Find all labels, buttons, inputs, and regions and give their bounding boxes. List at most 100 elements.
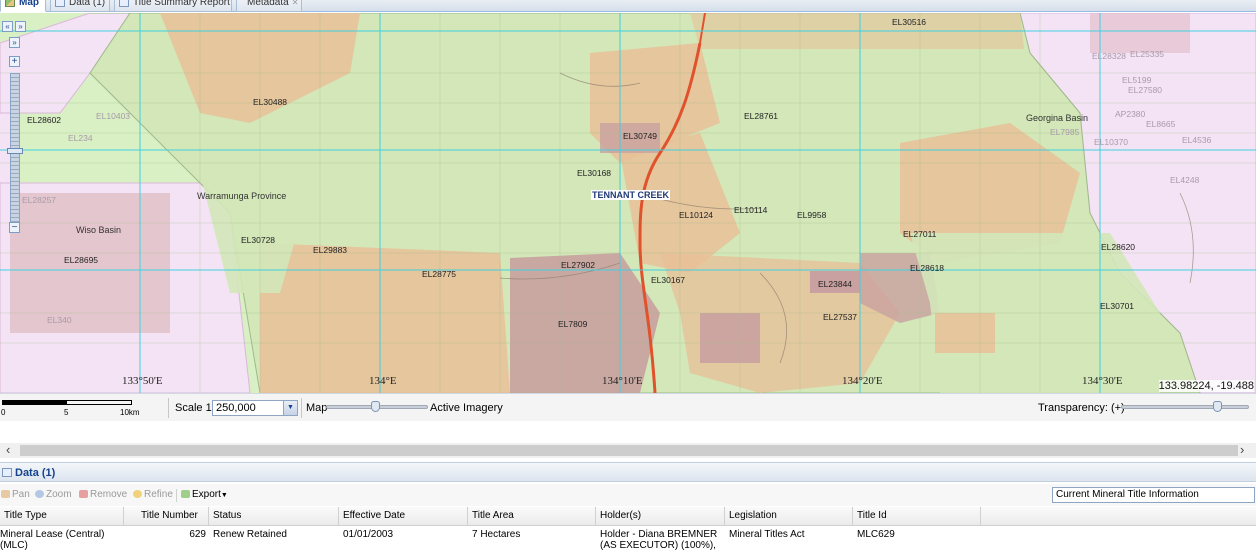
scroll-right-icon[interactable]: ›	[1240, 442, 1244, 457]
scale-tick-label: 10km	[120, 408, 140, 417]
imagery-slider-thumb[interactable]	[371, 401, 380, 412]
divider	[168, 398, 169, 418]
title-label[interactable]: EL28695	[64, 255, 98, 265]
column-header[interactable]: Status	[209, 507, 339, 526]
pan-left-button[interactable]: «	[2, 21, 13, 32]
data-toolbar: Pan Zoom Remove Refine Export▼ Current M…	[0, 484, 1256, 506]
longitude-label: 134°30'E	[1082, 375, 1123, 387]
region-label: Georgina Basin	[1026, 113, 1089, 123]
column-header[interactable]: Title Type	[0, 507, 124, 526]
title-label[interactable]: EL30488	[253, 97, 287, 107]
title-label[interactable]: EL28602	[27, 115, 61, 125]
map-view[interactable]: Warramunga Province Wiso Basin Georgina …	[0, 13, 1256, 393]
title-label[interactable]: EL28775	[422, 269, 456, 279]
column-header[interactable]: Title Number	[137, 507, 209, 526]
cell-title-number: 629	[189, 529, 206, 540]
title-label: EL10403	[96, 111, 131, 121]
column-header[interactable]: Legislation	[725, 507, 853, 526]
tab-map-label: Map	[19, 0, 39, 8]
report-icon	[119, 0, 129, 7]
title-label: EL4536	[1182, 135, 1212, 145]
scale-tick-label: 0	[1, 408, 6, 417]
tab-title-summary-label: Title Summary Report	[133, 0, 230, 8]
title-label: EL25335	[1130, 49, 1165, 59]
zoom-out-button[interactable]: −	[9, 222, 20, 233]
region-label: Warramunga Province	[197, 191, 287, 201]
map-label: Map	[306, 402, 328, 414]
remove-button[interactable]: Remove	[79, 489, 127, 500]
horizontal-scrollbar[interactable]: ‹ ›	[0, 442, 1256, 458]
tab-metadata[interactable]: Metadata ✕	[236, 0, 302, 12]
title-label[interactable]: EL30749	[623, 131, 657, 141]
cell-effective-date: 01/01/2003	[343, 529, 394, 540]
table-row[interactable]: Mineral Lease (Central) (MLC) 629 Renew …	[0, 527, 1256, 557]
refine-icon	[133, 490, 142, 498]
scale-tick-label: 5	[64, 408, 69, 417]
scale-value: 250,000	[216, 402, 256, 414]
refine-label: Refine	[144, 489, 173, 500]
title-label[interactable]: EL7809	[558, 319, 587, 329]
pan-label: Pan	[12, 489, 30, 500]
title-label[interactable]: EL29883	[313, 245, 347, 255]
column-header[interactable]: Title Area	[468, 507, 596, 526]
column-header[interactable]: Holder(s)	[596, 507, 725, 526]
chevron-down-icon[interactable]: ▼	[283, 401, 297, 415]
map-toolbar: 0 5 10km Scale 1: 250,000 ▼ Map Active I…	[0, 393, 1256, 421]
title-label[interactable]: EL30516	[892, 17, 926, 27]
map-icon	[5, 0, 15, 7]
refine-button[interactable]: Refine	[133, 489, 173, 500]
title-label[interactable]: EL10124	[679, 210, 713, 220]
title-label[interactable]: EL27902	[561, 260, 595, 270]
title-label: EL7985	[1050, 127, 1080, 137]
export-button[interactable]: Export▼	[181, 489, 228, 500]
zoom-button[interactable]: Zoom	[35, 489, 72, 500]
tab-title-summary-report[interactable]: Title Summary Report	[114, 0, 232, 12]
title-label: EL234	[68, 133, 93, 143]
title-label[interactable]: EL23844	[818, 279, 852, 289]
chevron-down-icon: ▼	[220, 492, 228, 499]
transparency-slider-thumb[interactable]	[1213, 401, 1222, 412]
title-label[interactable]: EL30167	[651, 275, 685, 285]
cell-holders: Holder - Diana BREMNER (AS EXECUTOR) (10…	[600, 529, 718, 551]
tab-map[interactable]: Map	[0, 0, 46, 12]
title-label[interactable]: EL28761	[744, 111, 778, 121]
transparency-label: Transparency: (+)	[1038, 402, 1125, 414]
tab-data[interactable]: Data (1)	[50, 0, 110, 12]
title-label: EL340	[47, 315, 72, 325]
title-label[interactable]: EL30728	[241, 235, 275, 245]
title-label[interactable]: EL28620	[1101, 242, 1135, 252]
transparency-slider[interactable]	[1121, 405, 1249, 409]
close-icon[interactable]: ✕	[292, 0, 299, 7]
column-header[interactable]: Effective Date	[339, 507, 468, 526]
layer-select[interactable]: Current Mineral Title Information	[1052, 487, 1255, 503]
grid-icon	[2, 468, 12, 477]
scrollbar-thumb[interactable]	[20, 445, 1238, 456]
longitude-label: 133°50'E	[122, 375, 163, 387]
scroll-left-icon[interactable]: ‹	[6, 442, 10, 457]
zoom-in-button[interactable]: +	[9, 56, 20, 67]
title-label: EL28328	[1092, 51, 1127, 61]
title-label[interactable]: EL30168	[577, 168, 611, 178]
title-label[interactable]: EL27011	[903, 229, 936, 239]
tab-strip: Map Data (1) Title Summary Report Metada…	[0, 0, 1256, 12]
title-label[interactable]: EL28618	[910, 263, 944, 273]
title-label[interactable]: EL27537	[823, 312, 857, 322]
hand-icon	[1, 490, 10, 498]
divider	[301, 398, 302, 418]
title-label[interactable]: EL10114	[734, 205, 767, 215]
longitude-label: 134°10'E	[602, 375, 643, 387]
cell-legislation: Mineral Titles Act	[729, 529, 805, 540]
imagery-label: Active Imagery	[430, 402, 503, 414]
data-panel-title: Data (1)	[15, 467, 56, 479]
title-label[interactable]: EL9958	[797, 210, 826, 220]
title-label: EL10370	[1094, 137, 1129, 147]
column-header[interactable]: Title Id	[853, 507, 981, 526]
scale-label: Scale 1:	[175, 402, 215, 414]
pan-button[interactable]: Pan	[1, 489, 30, 500]
pan-down-button[interactable]: »	[9, 37, 20, 48]
pan-right-button[interactable]: »	[15, 21, 26, 32]
title-label[interactable]: EL30701	[1100, 301, 1134, 311]
zoom-label: Zoom	[46, 489, 72, 500]
scale-select[interactable]: 250,000 ▼	[212, 400, 298, 416]
zoom-slider-handle[interactable]	[7, 148, 23, 154]
